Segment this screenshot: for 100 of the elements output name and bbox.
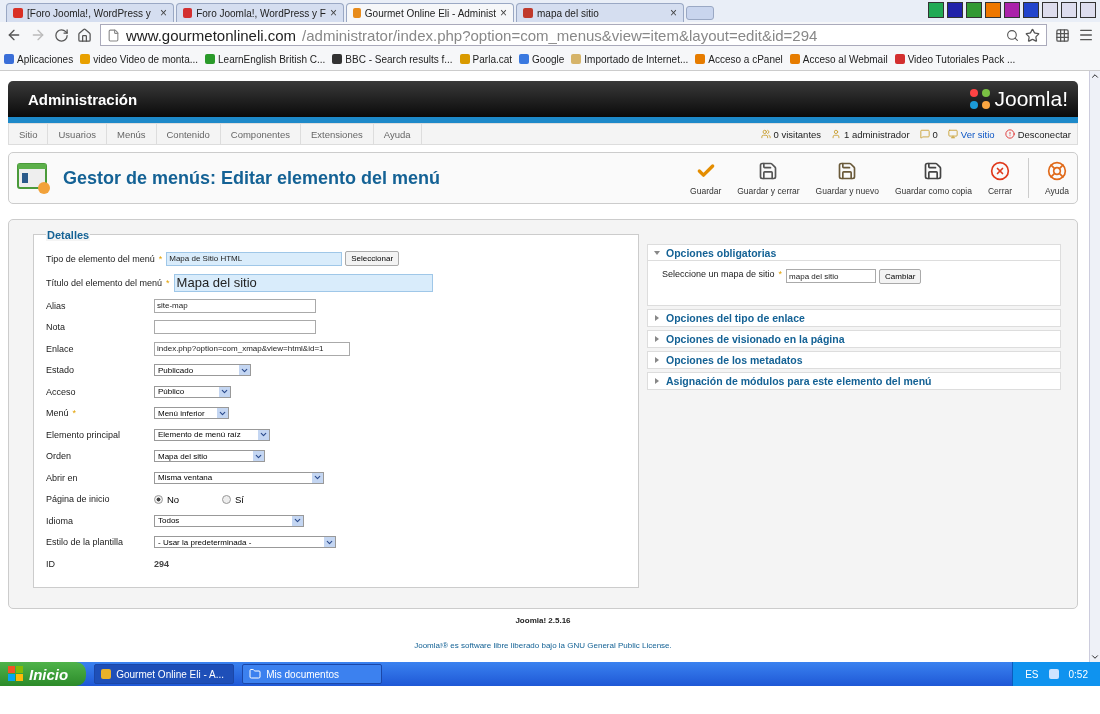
bookmark[interactable]: Parla.cat xyxy=(472,53,513,65)
page-title: Gestor de menús: Editar elemento del menú xyxy=(63,167,441,189)
bookmark[interactable]: Video Tutoriales Pack ... xyxy=(907,53,1016,65)
app-icon[interactable] xyxy=(928,2,944,18)
app-icon[interactable] xyxy=(985,2,1001,18)
caret-icon xyxy=(217,408,228,419)
dropdown[interactable]: Público xyxy=(154,385,231,398)
field-label: Tipo de elemento del menú * xyxy=(46,253,164,264)
bookmark[interactable]: Acceso a cPanel xyxy=(708,53,783,65)
field-label: Seleccione un mapa de sitio * xyxy=(662,269,784,279)
triangle-right-icon xyxy=(654,378,660,384)
menu-item[interactable]: Menús xyxy=(107,124,157,144)
taskbar-item[interactable]: Mis documentos xyxy=(242,664,383,684)
bookmark-icon xyxy=(695,54,706,64)
dropdown[interactable]: Elemento de menú raíz xyxy=(154,428,270,441)
start-button[interactable]: Inicio xyxy=(0,662,87,686)
search-icon[interactable] xyxy=(1006,28,1019,42)
scroll-down-icon[interactable] xyxy=(1090,652,1100,662)
dropdown[interactable]: Todos xyxy=(154,514,304,527)
monitor-icon xyxy=(947,129,958,139)
close-icon[interactable]: × xyxy=(500,6,507,20)
toolbar-button[interactable]: Ayuda xyxy=(1045,160,1069,196)
radio-label: No xyxy=(167,493,180,505)
status-link[interactable]: Ver sitio xyxy=(960,128,995,140)
folder-icon xyxy=(571,54,582,64)
scrollbar[interactable] xyxy=(1089,71,1100,662)
address-field[interactable]: www.gourmetonlineli.com /administrator/index.php?option=com_menus&view=item&layout=edit&id=294 xyxy=(100,24,1047,46)
field-label: Menú * xyxy=(46,408,78,419)
text-field[interactable]: site-map xyxy=(154,298,316,313)
toolbar-button[interactable]: Guardar y nuevo xyxy=(815,160,879,196)
dropdown[interactable]: - Usar la predeterminada - xyxy=(154,536,336,549)
extension-icon[interactable] xyxy=(1055,27,1070,43)
text-field[interactable]: mapa del sitio xyxy=(786,269,877,283)
menu-item[interactable]: Usuarios xyxy=(48,124,107,144)
bookmark-icon xyxy=(894,54,905,64)
close-window-icon[interactable] xyxy=(1080,2,1096,18)
change-button[interactable]: Cambiar xyxy=(879,269,922,284)
dropdown[interactable]: Menú inferior xyxy=(154,407,229,420)
text-field[interactable]: Mapa de Sitio HTML xyxy=(166,251,343,266)
select-button[interactable]: Seleccionar xyxy=(345,251,400,266)
radio-button[interactable] xyxy=(154,494,163,504)
close-icon[interactable]: × xyxy=(160,6,167,20)
dropdown[interactable]: Mapa del sitio xyxy=(154,450,265,463)
toolbar-button[interactable]: Cerrar xyxy=(987,160,1013,196)
bookmark[interactable]: BBC - Search results f... xyxy=(345,53,453,65)
favicon-icon xyxy=(13,8,23,18)
toolbar-button[interactable]: Guardar xyxy=(690,160,722,196)
back-icon[interactable] xyxy=(6,27,22,43)
id-value: 294 xyxy=(154,558,170,569)
bookmark[interactable]: Google xyxy=(532,53,565,65)
browser-tab[interactable]: [Foro Joomla!, WordPress y × xyxy=(6,3,174,22)
minimize-icon[interactable] xyxy=(1042,2,1058,18)
field-label: Nota xyxy=(46,322,66,333)
dropdown[interactable]: Misma ventana xyxy=(154,471,324,484)
bookmark-icon xyxy=(789,54,800,64)
toolbar-button[interactable]: Guardar y cerrar xyxy=(737,160,800,196)
scroll-up-icon[interactable] xyxy=(1090,71,1100,81)
tray-icon[interactable] xyxy=(1048,669,1059,679)
save-copy-icon xyxy=(923,160,944,181)
radio-button[interactable] xyxy=(222,494,231,504)
caret-icon xyxy=(253,451,264,462)
taskbar-item[interactable]: Gourmet Online Eli - A... xyxy=(94,664,235,684)
bookmark[interactable]: Importado de Internet... xyxy=(584,53,689,65)
version-text: Joomla! 2.5.16 xyxy=(515,616,571,625)
field-label: Elemento principal xyxy=(46,429,122,440)
menu-item[interactable]: Componentes xyxy=(220,124,301,144)
status-link[interactable]: Desconectar xyxy=(1017,128,1071,140)
close-icon[interactable]: × xyxy=(330,6,337,20)
star-icon[interactable] xyxy=(1025,27,1040,43)
menu-item[interactable]: Sitio xyxy=(9,124,49,144)
bookmark[interactable]: LearnEnglish British C... xyxy=(218,53,326,65)
browser-tab[interactable]: mapa del sitio × xyxy=(516,3,684,22)
browser-tab[interactable]: Gourmet Online Eli - Administ × xyxy=(346,3,514,22)
bookmark-icon xyxy=(4,54,14,64)
bookmark-icon xyxy=(459,54,470,64)
bookmark[interactable]: Acceso al Webmail xyxy=(802,53,888,65)
bookmark-icon xyxy=(205,54,216,64)
text-field[interactable]: Mapa del sitio xyxy=(173,273,433,292)
menu-icon[interactable] xyxy=(1078,27,1094,43)
radio-label: Sí xyxy=(235,493,244,505)
reload-icon[interactable] xyxy=(54,27,69,43)
menu-item[interactable]: Ayuda xyxy=(373,124,422,144)
menu-item[interactable]: Contenido xyxy=(156,124,221,144)
text-field[interactable]: index.php?option=com_xmap&view=html&id=1 xyxy=(154,341,350,356)
bookmark[interactable]: video Video de monta... xyxy=(93,53,199,65)
dropdown[interactable]: Publicado xyxy=(154,364,251,377)
license-link[interactable]: GNU General Public License xyxy=(567,641,670,650)
home-icon[interactable] xyxy=(77,27,92,43)
menu-item[interactable]: Extensiones xyxy=(300,124,374,144)
close-icon[interactable]: × xyxy=(670,6,677,20)
caret-icon xyxy=(312,472,323,483)
restore-icon[interactable] xyxy=(1061,2,1077,18)
text-field[interactable] xyxy=(154,320,316,335)
browser-tab[interactable]: Foro Joomla!, WordPress y F × xyxy=(176,3,344,22)
toolbar-button[interactable]: Guardar como copia xyxy=(894,160,972,196)
bookmark[interactable]: Aplicaciones xyxy=(17,53,74,65)
app-icon[interactable] xyxy=(966,2,982,18)
field-label: Idioma xyxy=(46,515,74,526)
favicon-icon xyxy=(353,8,361,18)
menu-manager-icon xyxy=(17,161,51,195)
